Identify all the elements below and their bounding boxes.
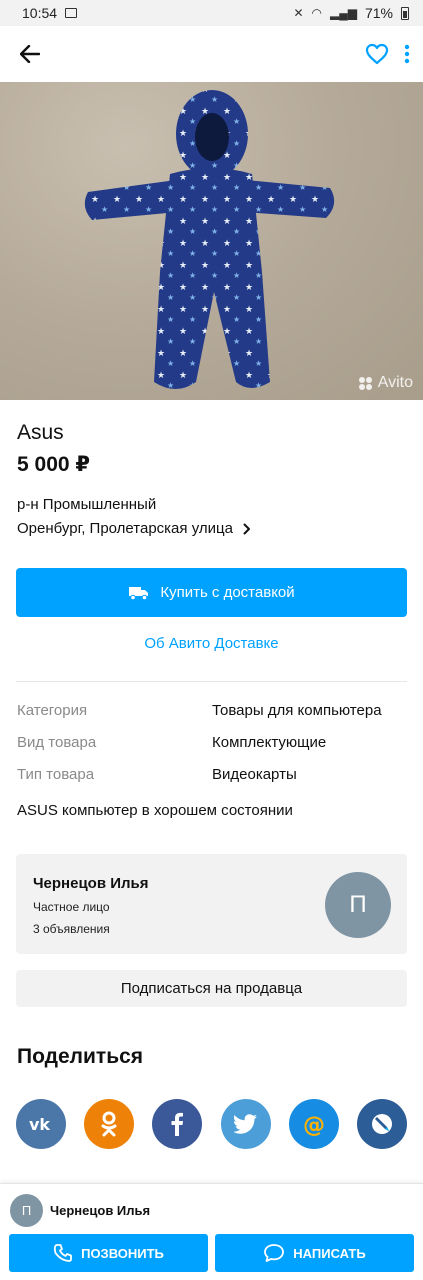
chat-bubble-icon: [264, 1244, 285, 1262]
status-right: ✕ ◠ ▂▄▆ 71%: [293, 5, 409, 21]
divider: [16, 681, 407, 682]
listing-district: р-н Промышленный: [17, 496, 157, 513]
param-value: Видеокарты: [212, 766, 297, 783]
status-left: 10:54: [22, 5, 78, 21]
twitter-icon[interactable]: [220, 1099, 271, 1149]
signal-icon: ▂▄▆: [330, 6, 357, 20]
seller-ads-count: 3 объявления: [33, 922, 110, 936]
listing-address-link[interactable]: Оренбург, Пролетарская улица: [17, 520, 251, 537]
buy-with-delivery-button[interactable]: Купить с доставкой: [16, 568, 407, 617]
about-delivery-link[interactable]: Об Авито Доставке: [0, 635, 423, 652]
phone-icon: [54, 1244, 72, 1262]
livejournal-icon[interactable]: [356, 1099, 407, 1149]
buy-button-label: Купить с доставкой: [160, 584, 295, 601]
status-time: 10:54: [22, 5, 58, 21]
svg-text:vk: vk: [29, 1116, 50, 1132]
mail-icon[interactable]: @: [288, 1099, 339, 1149]
svg-text:@: @: [303, 1113, 325, 1137]
snowsuit-image: ★ ★: [84, 90, 335, 389]
subscribe-seller-button[interactable]: Подписаться на продавца: [16, 970, 407, 1007]
bottom-contact-bar: П Чернецов Илья ПОЗВОНИТЬ НАПИСАТЬ: [0, 1183, 423, 1280]
avito-logo-icon: [358, 376, 375, 390]
write-message-button[interactable]: НАПИСАТЬ: [215, 1234, 414, 1272]
truck-icon: [129, 586, 149, 600]
param-key: Тип товара: [17, 766, 95, 783]
param-key: Вид товара: [17, 734, 97, 751]
param-value: Комплектующие: [212, 734, 327, 751]
listing-description: ASUS компьютер в хорошем состоянии: [17, 802, 293, 819]
battery-percent: 71%: [364, 5, 393, 21]
call-button[interactable]: ПОЗВОНИТЬ: [9, 1234, 208, 1272]
listing-photo[interactable]: ★ ★ Avito: [0, 82, 423, 400]
share-title: Поделиться: [17, 1045, 144, 1068]
facebook-icon[interactable]: [152, 1099, 203, 1149]
app-bar: [0, 26, 423, 82]
listing-price: 5 000 ₽: [17, 453, 90, 476]
app-bar-actions: [365, 43, 411, 65]
odnoklassniki-icon[interactable]: [84, 1099, 135, 1149]
seller-mini-avatar[interactable]: П: [10, 1194, 43, 1227]
heart-outline-icon[interactable]: [365, 43, 389, 65]
gallery-notification-icon: [65, 8, 78, 18]
watermark-text: Avito: [377, 374, 413, 391]
call-button-label: ПОЗВОНИТЬ: [81, 1245, 164, 1261]
share-buttons: vk @: [16, 1099, 407, 1149]
seller-mini-name[interactable]: Чернецов Илья: [50, 1203, 150, 1218]
listing-title: Asus: [17, 421, 64, 444]
seller-card[interactable]: Чернецов Илья Частное лицо 3 объявления …: [16, 854, 407, 954]
param-row-category: Категория Товары для компьютера: [17, 702, 407, 719]
more-vertical-icon[interactable]: [403, 44, 411, 64]
seller-name: Чернецов Илья: [33, 875, 149, 892]
wifi-icon: ◠: [311, 6, 322, 20]
message-button-label: НАПИСАТЬ: [293, 1245, 366, 1261]
listing-address: Оренбург, Пролетарская улица: [17, 520, 233, 537]
seller-type: Частное лицо: [33, 900, 110, 914]
seller-avatar: П: [325, 872, 391, 938]
param-value: Товары для компьютера: [212, 702, 382, 719]
vk-icon[interactable]: vk: [16, 1099, 66, 1149]
param-row-item-type: Тип товара Видеокарты: [17, 766, 407, 783]
param-key: Категория: [17, 702, 88, 719]
arrow-left-icon[interactable]: [16, 40, 44, 68]
avito-watermark: Avito: [358, 374, 413, 392]
mute-icon: ✕: [293, 6, 304, 20]
battery-icon: [401, 6, 409, 20]
status-bar: 10:54 ✕ ◠ ▂▄▆ 71%: [0, 0, 423, 26]
chevron-right-icon: [243, 523, 250, 534]
param-row-item-kind: Вид товара Комплектующие: [17, 734, 407, 751]
